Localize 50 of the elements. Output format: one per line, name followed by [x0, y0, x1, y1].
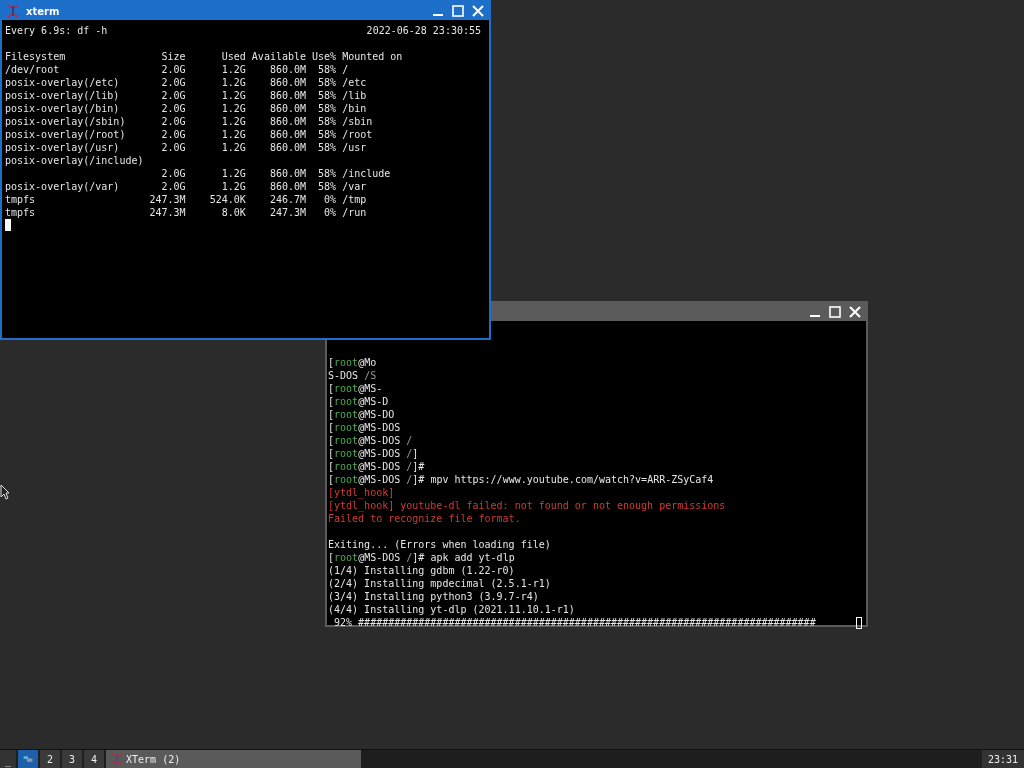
terminal-line: [root@MS-DO	[328, 408, 396, 421]
terminal-line: [root@MS-DOS /	[328, 434, 414, 447]
window-title: xterm	[26, 5, 60, 17]
terminal-line: S-DOS /S	[328, 369, 378, 382]
terminal-line: [root@Mo	[328, 356, 378, 369]
x-logo-icon	[6, 4, 20, 18]
terminal-line: [root@MS-	[328, 382, 384, 395]
maximize-icon[interactable]	[451, 4, 465, 18]
desktop-button[interactable]	[18, 750, 39, 768]
terminal-line: Filesystem Size Used Available Use% Mounted on	[5, 50, 404, 63]
terminal-line: [root@MS-DOS /]# apk add yt-dlp	[328, 551, 516, 564]
terminal-line: Exiting... (Errors when loading file)	[328, 538, 552, 551]
close-icon[interactable]	[848, 305, 862, 319]
terminal-line: tmpfs 247.3M 524.0K 246.7M 0% /tmp	[5, 193, 368, 206]
terminal-line: [root@MS-DOS /]#	[328, 460, 426, 473]
terminal-line: posix-overlay(/lib) 2.0G 1.2G 860.0M 58% /lib	[5, 89, 368, 102]
terminal-line: tmpfs 247.3M 8.0K 247.3M 0% /run	[5, 206, 368, 219]
terminal-line: [root@MS-DOS /]	[328, 447, 420, 460]
desktop-button[interactable]: 2	[40, 750, 61, 768]
terminal-line: [root@MS-D	[328, 395, 390, 408]
terminal-line: posix-overlay(/root) 2.0G 1.2G 860.0M 58% /root	[5, 128, 374, 141]
terminal-line: [ytdl_hook]	[328, 486, 396, 499]
terminal-line: (2/4) Installing mpdecimal (2.5.1-r1)	[328, 577, 552, 590]
terminal-line: [ytdl_hook] youtube-dl failed: not found or not enough permissions	[328, 499, 727, 512]
task-button[interactable]: XTerm (2)	[106, 750, 362, 768]
watch-command: Every 6.9s: df -h	[5, 24, 108, 37]
terminal-line: 2.0G 1.2G 860.0M 58% /include	[160, 167, 392, 180]
windows-icon	[23, 753, 34, 765]
terminal-line: posix-overlay(/bin) 2.0G 1.2G 860.0M 58% /bin	[5, 102, 368, 115]
menu-button[interactable]: _	[0, 750, 17, 768]
terminal-line: posix-overlay(/include)	[5, 154, 145, 167]
terminal-line: /dev/root 2.0G 1.2G 860.0M 58% /	[5, 63, 350, 76]
clock: 23:31	[981, 750, 1024, 768]
desktop-button[interactable]: 3	[62, 750, 83, 768]
desktop-button[interactable]: 4	[84, 750, 105, 768]
terminal-line: posix-overlay(/var) 2.0G 1.2G 860.0M 58% /var	[5, 180, 368, 193]
terminal-line: [root@MS-DOS /]# mpv https://www.youtube.com/watch?v=ARR-ZSyCaf4	[328, 473, 715, 486]
progress-line: 92% ############################################################################	[333, 616, 816, 629]
terminal-line: [root@MS-DOS	[328, 421, 402, 434]
x-logo-icon	[111, 753, 124, 765]
terminal-line: (3/4) Installing python3 (3.9.7-r4)	[328, 590, 540, 603]
terminal-line: Failed to recognize file format.	[328, 512, 522, 525]
maximize-icon[interactable]	[828, 305, 842, 319]
terminal-line: posix-overlay(/etc) 2.0G 1.2G 860.0M 58% /etc	[5, 76, 368, 89]
timestamp: 2022-06-28 23:30:55	[366, 24, 481, 37]
terminal-line: posix-overlay(/usr) 2.0G 1.2G 860.0M 58% /usr	[5, 141, 368, 154]
terminal-line: (4/4) Installing yt-dlp (2021.11.10.1-r1)	[328, 603, 576, 616]
close-icon[interactable]	[471, 4, 485, 18]
terminal-line: (1/4) Installing gdbm (1.22-r0)	[328, 564, 516, 577]
terminal-line: posix-overlay(/sbin) 2.0G 1.2G 860.0M 58% /sbin	[5, 115, 374, 128]
